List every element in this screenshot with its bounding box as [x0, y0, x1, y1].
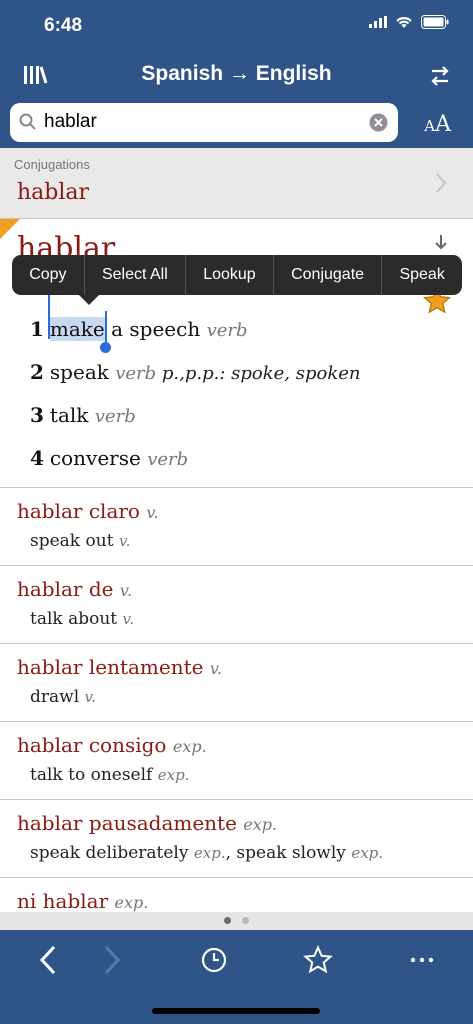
signal-icon: [369, 16, 387, 28]
result-def-pos: v.: [122, 610, 135, 628]
font-size-icon[interactable]: AA: [424, 112, 451, 137]
conjugations-label: Conjugations: [14, 157, 90, 172]
favorites-star-icon[interactable]: [303, 944, 333, 976]
chevron-right-icon: [436, 173, 447, 193]
sense-3: 3 talk verb: [30, 403, 136, 427]
swap-languages-icon[interactable]: [429, 64, 451, 88]
status-bar: 6:48: [0, 0, 473, 52]
result-definition: talk to oneself: [30, 765, 158, 785]
selection-end-handle[interactable]: [99, 311, 111, 353]
result-def-pos: v.: [118, 532, 131, 550]
download-icon[interactable]: [434, 234, 448, 252]
menu-copy[interactable]: Copy: [12, 255, 84, 295]
sense-irregular-forms: p.,p.p.: spoke, spoken: [156, 363, 361, 384]
sense-2: 2 speak verb p.,p.p.: spoke, spoken: [30, 360, 361, 384]
history-icon[interactable]: [200, 944, 228, 976]
result-pos: exp.: [243, 815, 278, 834]
conjugations-word: hablar: [17, 180, 90, 205]
result-pos: v.: [119, 581, 133, 600]
result-headword: hablar claro: [17, 499, 147, 523]
sense-number: 4: [30, 446, 44, 470]
result-headword: hablar lentamente: [17, 655, 210, 679]
search-input[interactable]: hablar: [44, 111, 97, 133]
result-headword: hablar pausadamente: [17, 811, 244, 835]
context-menu-pointer: [79, 295, 99, 305]
page-dot-active: [224, 917, 231, 924]
sense-1: 1 make a speech verb: [30, 281, 248, 353]
list-item[interactable]: hablar consigo exp. talk to oneself exp.: [0, 722, 473, 800]
sense-pos: verb: [115, 363, 157, 384]
selected-text[interactable]: make: [42, 281, 111, 353]
more-icon[interactable]: [408, 944, 436, 976]
list-item[interactable]: ni hablar exp.: [0, 878, 473, 912]
top-bar: 6:48 Spanish → English hablar AA: [0, 0, 473, 148]
wifi-icon: [396, 16, 412, 28]
status-icons: [369, 15, 449, 29]
sense-pos: verb: [147, 449, 189, 470]
result-def-pos: v.: [84, 688, 97, 706]
sense-number: 3: [30, 403, 44, 427]
page-indicator[interactable]: [0, 912, 473, 930]
nav-row: Spanish → English: [0, 58, 473, 98]
list-item[interactable]: hablar de v. talk about v.: [0, 566, 473, 644]
menu-speak[interactable]: Speak: [381, 255, 462, 295]
result-pos: v.: [146, 503, 159, 522]
nav-title: Spanish → English: [141, 62, 332, 85]
conjugations-cell[interactable]: Conjugations hablar: [0, 148, 473, 219]
sense-text: converse: [49, 446, 148, 470]
sense-text: speak: [49, 360, 116, 384]
menu-conjugate[interactable]: Conjugate: [272, 255, 381, 295]
back-icon[interactable]: [38, 944, 60, 976]
clear-icon[interactable]: [369, 113, 388, 132]
sense-pos: verb: [206, 320, 248, 341]
result-headword: ni hablar: [17, 889, 115, 912]
result-def-pos: exp.: [193, 844, 226, 862]
result-definition: talk about: [30, 609, 123, 629]
result-pos: exp.: [114, 893, 149, 912]
result-pos: v.: [209, 659, 223, 678]
list-item[interactable]: hablar pausadamente exp. speak deliberat…: [0, 800, 473, 878]
search-bar[interactable]: hablar: [10, 103, 398, 142]
sense-text: talk: [49, 403, 95, 427]
search-icon: [19, 113, 36, 130]
result-definition: drawl: [30, 687, 85, 707]
result-definition: , speak slowly: [225, 843, 352, 863]
status-time: 6:48: [44, 15, 83, 36]
result-headword: hablar consigo: [17, 733, 173, 757]
battery-icon: [421, 15, 449, 29]
sense-text: a speech: [104, 317, 207, 341]
result-def-pos: exp.: [351, 844, 384, 862]
result-def-pos: exp.: [157, 766, 190, 784]
result-pos: exp.: [172, 737, 207, 756]
page-dot: [242, 917, 249, 924]
context-menu: Copy Select All Lookup Conjugate Speak: [12, 255, 462, 295]
result-definition: speak out: [30, 531, 119, 551]
result-definition: speak deliberately: [30, 843, 194, 863]
sense-pos: verb: [94, 406, 136, 427]
forward-icon[interactable]: [100, 944, 122, 976]
sense-4: 4 converse verb: [30, 446, 188, 470]
home-indicator: [152, 1008, 320, 1014]
menu-select-all[interactable]: Select All: [83, 255, 185, 295]
sense-number: 1: [30, 317, 44, 341]
sense-number: 2: [30, 360, 44, 384]
list-item[interactable]: hablar lentamente v. drawl v.: [0, 644, 473, 722]
list-item[interactable]: hablar claro v. speak out v.: [0, 488, 473, 566]
menu-lookup[interactable]: Lookup: [184, 255, 273, 295]
result-headword: hablar de: [17, 577, 120, 601]
